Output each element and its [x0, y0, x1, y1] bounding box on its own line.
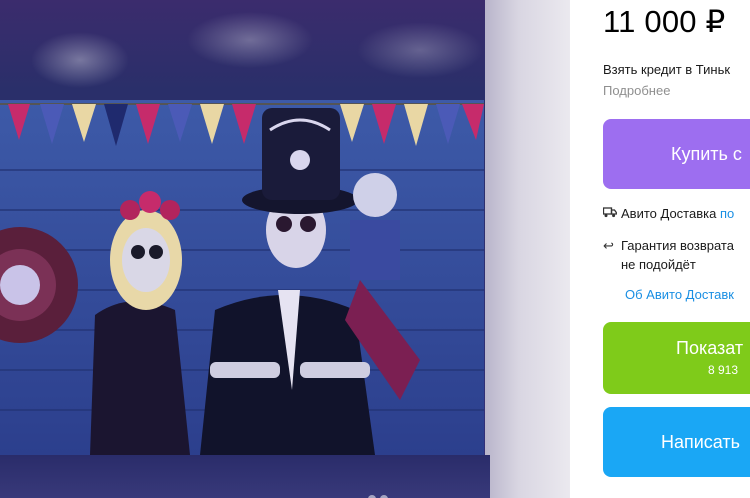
return-guarantee-info: ↩ Гарантия возврата не подойдёт: [603, 236, 734, 274]
show-phone-button[interactable]: Показат 8 913: [603, 322, 750, 394]
more-details-link[interactable]: Подробнее: [603, 83, 670, 98]
credit-offer-text[interactable]: Взять кредит в Тиньк: [603, 62, 730, 77]
write-message-button[interactable]: Написать: [603, 407, 750, 477]
about-delivery-link[interactable]: Об Авито Доставк: [625, 287, 734, 302]
photo-gallery[interactable]: [0, 0, 570, 498]
photo-caption-area: [0, 455, 490, 498]
photo-pagination[interactable]: [368, 490, 398, 498]
costume-photo-illustration: [0, 100, 484, 455]
phone-number-partial: 8 913: [708, 363, 739, 377]
delivery-label: Авито Доставка: [621, 206, 717, 221]
next-photo-preview[interactable]: [485, 0, 570, 498]
delivery-info: Авито Доставка по: [602, 206, 734, 221]
listing-photo[interactable]: [0, 100, 484, 455]
buy-button[interactable]: Купить с: [603, 119, 750, 189]
truck-icon: [602, 206, 621, 221]
listing-price: 11 000 ₽: [603, 4, 726, 39]
guarantee-line-1: Гарантия возврата: [621, 238, 734, 253]
show-phone-label: Показат: [676, 338, 744, 358]
guarantee-line-2: не подойдёт: [621, 257, 696, 272]
return-arrow-icon: ↩: [603, 238, 614, 253]
delivery-link[interactable]: по: [720, 206, 734, 221]
